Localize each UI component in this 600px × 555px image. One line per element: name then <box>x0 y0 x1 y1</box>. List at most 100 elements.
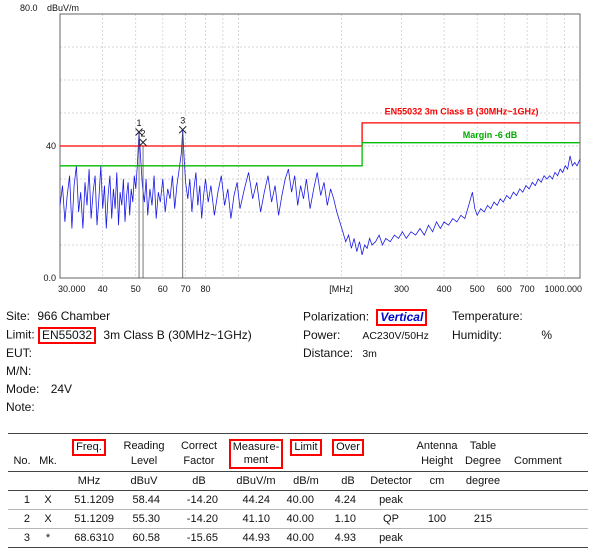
unit-cell <box>506 472 588 490</box>
distance-label: Distance: <box>303 346 359 360</box>
table-row: 2X51.120955.30-14.2041.1040.001.10QP1002… <box>8 510 588 529</box>
table-cell: 68.6310 <box>60 529 118 547</box>
x-axis-tick-label: 80 <box>200 284 210 294</box>
col-header-no: No. <box>8 437 36 469</box>
table-cell: 1 <box>8 491 36 509</box>
temperature-row: Temperature: <box>452 309 523 323</box>
x-axis-tick-label: 50 <box>131 284 141 294</box>
site-label: Site: <box>6 309 30 323</box>
y-axis-unit-label: dBuV/m <box>47 3 79 13</box>
distance-row: Distance: 3m <box>303 346 377 360</box>
unit-cell <box>8 472 36 490</box>
mode-label: Mode: <box>6 382 39 396</box>
marker-label: 2 <box>141 128 146 138</box>
test-info-section: Site: 966 Chamber Limit: EN55032 3m Clas… <box>0 307 600 433</box>
unit-over: dB <box>328 472 368 490</box>
table-units-row: MHz dBuV dB dBuV/m dB/m dB Detector cm d… <box>8 472 588 491</box>
eut-row: EUT: <box>6 346 32 360</box>
polarization-row: Polarization: Vertical <box>303 309 427 326</box>
table-cell: 40.00 <box>284 510 328 528</box>
table-cell <box>506 529 588 547</box>
table-cell: 44.93 <box>228 529 284 547</box>
table-cell <box>506 510 588 528</box>
unit-antenna: cm <box>414 472 460 490</box>
table-cell <box>460 529 506 547</box>
site-row: Site: 966 Chamber <box>6 309 110 323</box>
humidity-label: Humidity: <box>452 328 538 342</box>
power-label: Power: <box>303 328 359 342</box>
table-cell: peak <box>368 529 414 547</box>
col-header-measurement: Measure-ment <box>228 437 284 469</box>
note-label: Note: <box>6 400 35 414</box>
power-value: AC230V/50Hz <box>362 330 429 342</box>
limit-highlight: Limit <box>290 439 321 456</box>
col-header-reading: ReadingLevel <box>118 437 170 469</box>
polarization-label: Polarization: <box>303 310 369 324</box>
col-header-comment: Comment <box>506 437 588 469</box>
table-cell: QP <box>368 510 414 528</box>
table-cell: 58.44 <box>118 491 170 509</box>
table-cell: 41.10 <box>228 510 284 528</box>
table-cell: 60.58 <box>118 529 170 547</box>
table-cell <box>460 491 506 509</box>
measurement-highlight: Measure-ment <box>229 439 283 469</box>
col-header-correct: CorrectFactor <box>170 437 228 469</box>
x-axis-tick-label: 300 <box>394 284 409 294</box>
x-axis-tick-label: 1000.000 <box>544 284 582 294</box>
power-row: Power: AC230V/50Hz <box>303 328 429 342</box>
x-axis-tick-label: 30.000 <box>58 284 86 294</box>
table-cell: 3 <box>8 529 36 547</box>
table-row: 1X51.120958.44-14.2044.2440.004.24peak <box>8 491 588 510</box>
mn-label: M/N: <box>6 364 31 378</box>
limit-line-label: EN55032 3m Class B (30MHz~1GHz) <box>385 107 539 117</box>
table-cell: 1.10 <box>328 510 368 528</box>
table-cell: 51.1209 <box>60 491 118 509</box>
mode-value: 24V <box>51 382 72 396</box>
limit-row: Limit: EN55032 3m Class B (30MHz~1GHz) <box>6 327 252 344</box>
table-cell: 51.1209 <box>60 510 118 528</box>
temperature-label: Temperature: <box>452 309 523 323</box>
x-axis-tick-label: 60 <box>158 284 168 294</box>
unit-freq: MHz <box>60 472 118 490</box>
table-cell: peak <box>368 491 414 509</box>
table-cell: 40.00 <box>284 529 328 547</box>
table-row: 3*68.631060.58-15.6544.9340.004.93peak <box>8 529 588 547</box>
table-cell: -14.20 <box>170 491 228 509</box>
col-header-detector-spacer <box>368 437 414 469</box>
table-cell: -14.20 <box>170 510 228 528</box>
x-axis-unit-label: [MHz] <box>329 284 353 294</box>
col-header-limit: Limit <box>284 437 328 469</box>
site-value: 966 Chamber <box>37 309 110 323</box>
x-axis-tick-label: 40 <box>98 284 108 294</box>
over-highlight: Over <box>332 439 364 456</box>
table-cell: * <box>36 529 60 547</box>
limit-line-label: Margin -6 dB <box>463 130 518 140</box>
emission-spectrum-chart: 123EN55032 3m Class B (30MHz~1GHz)Margin… <box>0 0 600 298</box>
table-cell: X <box>36 491 60 509</box>
series-measured-emission-trace <box>60 130 580 255</box>
col-header-mk: Mk. <box>36 437 60 469</box>
col-header-freq: Freq. <box>60 437 118 469</box>
table-body: 1X51.120958.44-14.2044.2440.004.24peak2X… <box>8 491 588 547</box>
limit-description: 3m Class B (30MHz~1GHz) <box>103 328 251 342</box>
table-header: No. Mk. Freq. ReadingLevel CorrectFactor… <box>8 434 588 472</box>
table-cell: X <box>36 510 60 528</box>
unit-table-degree: degree <box>460 472 506 490</box>
humidity-unit: % <box>541 328 552 342</box>
unit-correct: dB <box>170 472 228 490</box>
table-cell: 100 <box>414 510 460 528</box>
unit-limit: dB/m <box>284 472 328 490</box>
mode-row: Mode: 24V <box>6 382 72 396</box>
table-cell <box>414 529 460 547</box>
table-cell: 40.00 <box>284 491 328 509</box>
limit-standard-highlight: EN55032 <box>38 327 96 344</box>
col-header-over: Over <box>328 437 368 469</box>
polarization-value: Vertical <box>380 310 423 324</box>
distance-value: 3m <box>362 348 377 360</box>
humidity-row: Humidity: % <box>452 328 552 342</box>
table-cell: 215 <box>460 510 506 528</box>
table-cell: 4.93 <box>328 529 368 547</box>
mn-row: M/N: <box>6 364 31 378</box>
y-axis-max-label: 80.0 <box>20 3 38 13</box>
measurement-table: No. Mk. Freq. ReadingLevel CorrectFactor… <box>8 433 588 548</box>
